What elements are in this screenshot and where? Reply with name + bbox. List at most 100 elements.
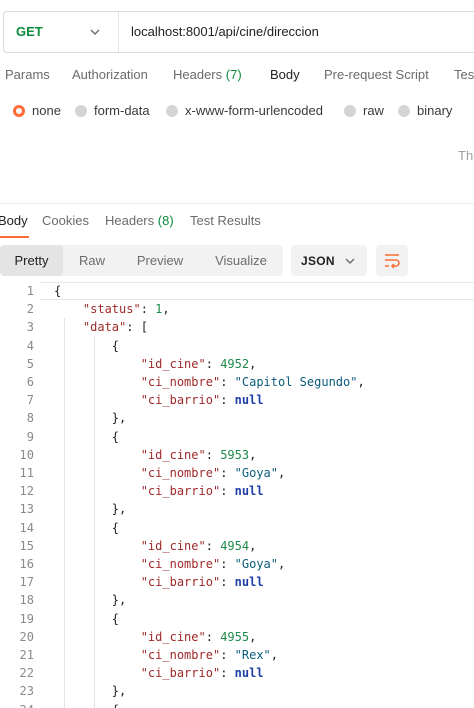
code-line: 23 }, — [0, 682, 474, 700]
code-text: { — [54, 701, 119, 708]
radio-icon — [398, 104, 410, 117]
code-text: "id_cine": 4954, — [140, 538, 257, 553]
line-number: 24 — [0, 701, 34, 708]
code-line: 1{ — [0, 282, 474, 301]
line-number: 5 — [26, 356, 34, 371]
code-text: "ci_barrio": null — [140, 575, 264, 590]
tab-label: Params — [5, 67, 50, 82]
body-type-options: none form-data x-www-form-urlencoded raw… — [0, 103, 474, 123]
line-number: 9 — [26, 429, 34, 444]
tab-label: Headers — [173, 67, 223, 82]
code-text: "ci_barrio": null — [140, 393, 264, 408]
radio-icon — [75, 104, 87, 117]
line-number: 11 — [19, 466, 34, 480]
radio-form-data[interactable]: form-data — [75, 103, 150, 118]
code-line: 21 "ci_nombre": "Rex", — [0, 646, 474, 664]
line-number: 22 — [19, 666, 34, 681]
code-line: 5 "id_cine": 4952, — [0, 355, 474, 373]
code-text: { — [111, 429, 120, 444]
wrap-lines-button[interactable] — [376, 245, 408, 276]
response-tab-headers[interactable]: Headers (8) — [105, 213, 174, 228]
wrap-lines-icon — [385, 254, 400, 269]
tab-label: Authorization — [72, 67, 148, 82]
truncated-hint: Th — [458, 148, 474, 163]
chevron-down-icon — [90, 29, 100, 35]
response-tab-cookies[interactable]: Cookies — [42, 213, 89, 228]
code-text: { — [54, 284, 62, 298]
current-line-highlight — [40, 282, 474, 301]
tab-label: Body — [0, 213, 28, 228]
response-tab-body[interactable]: Body — [0, 213, 28, 228]
response-tab-test-results[interactable]: Test Results — [190, 213, 261, 228]
section-divider — [0, 203, 474, 204]
radio-icon — [166, 104, 178, 117]
tab-authorization[interactable]: Authorization — [72, 67, 148, 82]
line-number: 18 — [19, 593, 34, 608]
code-line: 4 { — [0, 337, 474, 355]
line-number: 19 — [19, 611, 34, 626]
radio-binary[interactable]: binary — [398, 103, 452, 118]
code-line: 9 { — [0, 428, 474, 446]
view-raw-button[interactable]: Raw — [63, 245, 121, 276]
code-line: 2 "status": 1, — [0, 300, 474, 318]
code-text: }, — [111, 502, 127, 517]
method-selector[interactable]: GET — [4, 12, 119, 52]
code-line: 17 "ci_barrio": null — [0, 573, 474, 591]
code-text: "id_cine": 5953, — [140, 447, 257, 462]
line-number: 23 — [19, 684, 34, 699]
request-url-bar: GET localhost:8001/api/cine/direccion — [3, 11, 474, 53]
line-number: 2 — [26, 302, 34, 317]
tab-label: Body — [270, 67, 300, 82]
url-input[interactable]: localhost:8001/api/cine/direccion — [131, 24, 319, 39]
tab-label: Tes — [454, 67, 474, 82]
code-line: 10 "id_cine": 5953, — [0, 446, 474, 464]
format-label: JSON — [301, 254, 335, 268]
code-text: "ci_nombre": "Rex", — [140, 648, 279, 662]
radio-label: x-www-form-urlencoded — [185, 103, 323, 118]
code-text: }, — [111, 411, 127, 426]
code-line: 14 { — [0, 519, 474, 537]
code-line: 11 "ci_nombre": "Goya", — [0, 464, 474, 482]
radio-x-www-form-urlencoded[interactable]: x-www-form-urlencoded — [166, 103, 323, 118]
code-text: "id_cine": 4955, — [140, 629, 257, 644]
code-line: 12 "ci_barrio": null — [0, 482, 474, 500]
line-number: 3 — [26, 320, 34, 335]
tab-headers[interactable]: Headers (7) — [173, 67, 242, 82]
line-number: 10 — [19, 447, 34, 462]
radio-raw[interactable]: raw — [344, 103, 384, 118]
view-visualize-button[interactable]: Visualize — [199, 245, 283, 276]
tab-params[interactable]: Params — [5, 67, 50, 82]
tab-body[interactable]: Body — [270, 67, 300, 82]
line-number: 16 — [19, 557, 34, 571]
code-text: "data": [ — [82, 320, 148, 335]
view-preview-button[interactable]: Preview — [121, 245, 199, 276]
view-mode-selector: Pretty Raw Preview Visualize — [0, 245, 283, 276]
tab-tests[interactable]: Tes — [454, 67, 474, 82]
code-text: "ci_barrio": null — [140, 484, 264, 499]
code-text: }, — [111, 593, 127, 608]
radio-none[interactable]: none — [13, 103, 61, 118]
code-line: 22 "ci_barrio": null — [0, 664, 474, 682]
tab-label: Test Results — [190, 213, 261, 228]
line-number: 17 — [19, 575, 34, 590]
code-text: { — [111, 520, 120, 535]
radio-label: binary — [417, 103, 453, 118]
line-number: 13 — [19, 502, 34, 517]
radio-selected-icon — [13, 104, 25, 117]
format-dropdown[interactable]: JSON — [291, 245, 367, 276]
radio-icon — [344, 104, 356, 117]
view-pretty-button[interactable]: Pretty — [0, 245, 63, 276]
method-label: GET — [16, 24, 43, 39]
radio-label: none — [32, 103, 61, 118]
line-number: 1 — [26, 284, 34, 298]
tab-pre-request-script[interactable]: Pre-request Script — [324, 67, 429, 82]
response-body-viewer[interactable]: 1{2 "status": 1, 3 "data": [4 {5 "id_cine… — [0, 282, 474, 708]
request-tabs: Params Authorization Headers (7) Body Pr… — [0, 67, 474, 87]
line-number: 4 — [26, 338, 34, 353]
code-text: "ci_nombre": "Goya", — [140, 466, 286, 480]
code-line: 15 "id_cine": 4954, — [0, 537, 474, 555]
code-text: { — [111, 338, 120, 353]
code-text: "status": 1, — [82, 302, 170, 317]
tab-count: (8) — [157, 213, 174, 228]
code-line: 8 }, — [0, 409, 474, 427]
